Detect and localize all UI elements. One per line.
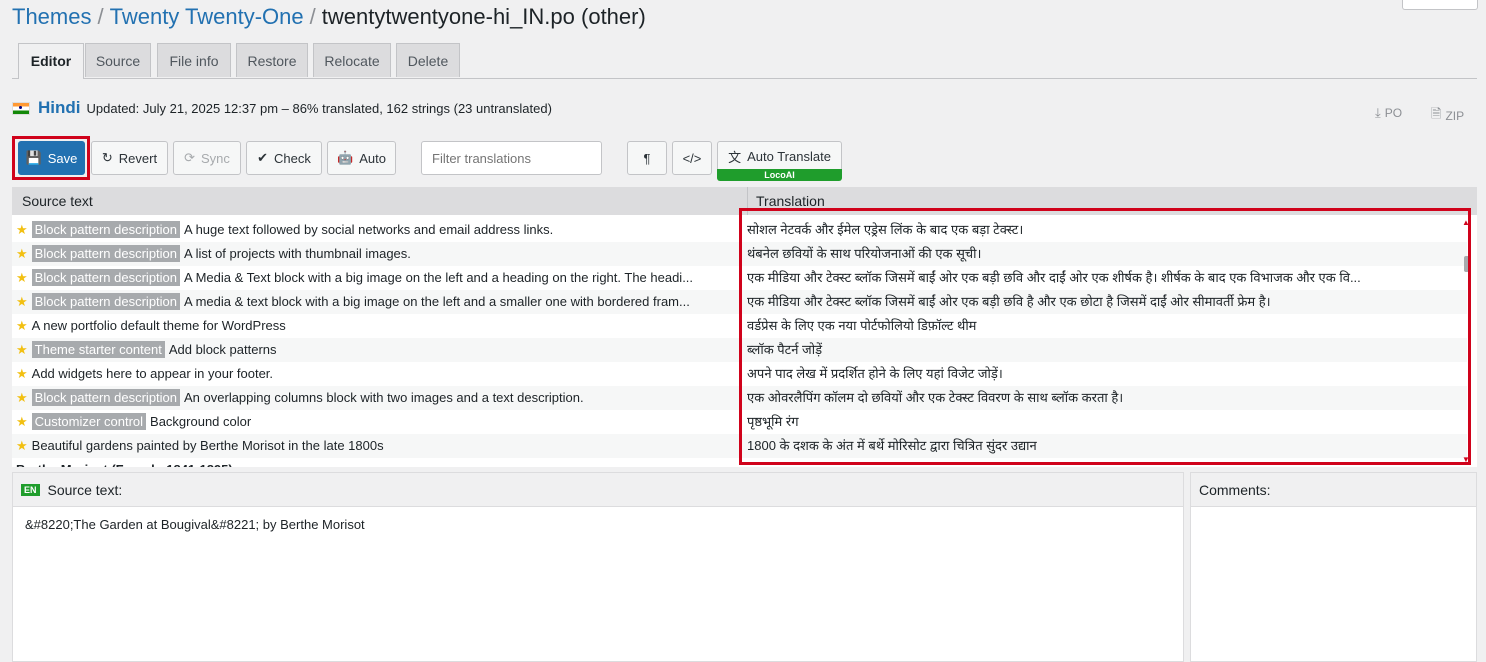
source-pane-title: Source text: — [47, 481, 123, 498]
row-source-cell[interactable]: Berthe Morisot (French, 1841-1895) — [16, 458, 740, 467]
star-icon: ★ — [16, 270, 28, 285]
comments-pane-title: Comments: — [1199, 481, 1271, 498]
translation-highlight-box — [739, 208, 1471, 465]
source-string: A new portfolio default theme for WordPr… — [31, 318, 286, 333]
breadcrumb-themes-link[interactable]: Themes — [12, 4, 91, 29]
comments-pane-header: Comments: — [1191, 473, 1476, 507]
source-string: Background color — [150, 414, 252, 429]
toggle-code-view-button[interactable]: </> — [672, 141, 712, 175]
row-source-cell[interactable]: ★ Beautiful gardens painted by Berthe Mor… — [16, 434, 740, 458]
context-badge: Block pattern description — [31, 269, 181, 286]
breadcrumb-theme-link[interactable]: Twenty Twenty-One — [110, 4, 304, 29]
star-icon: ★ — [16, 342, 28, 357]
breadcrumb: Themes / Twenty Twenty-One / twentytwentyone… — [12, 4, 646, 30]
checkmark-icon: ✔ — [257, 150, 269, 165]
download-zip-label: ZIP — [1445, 109, 1465, 123]
row-source-cell[interactable]: ★ Block pattern description A list of proj… — [16, 242, 740, 266]
download-po-label: PO — [1384, 106, 1403, 120]
row-source-cell[interactable]: ★ Add widgets here to appear in your foot… — [16, 362, 740, 386]
tab-source[interactable]: Source — [85, 43, 151, 77]
star-icon: ★ — [16, 438, 28, 453]
auto-translate-label: Auto Translate — [747, 148, 831, 164]
tab-delete[interactable]: Delete — [396, 43, 460, 77]
context-badge: Block pattern description — [31, 221, 181, 238]
editor-tabs: Editor Source File info Restore Relocate… — [12, 42, 1477, 79]
filter-translations-input[interactable] — [421, 141, 602, 175]
locoai-badge: LocoAI — [717, 169, 842, 181]
pilcrow-icon: ¶ — [643, 150, 651, 166]
tab-editor[interactable]: Editor — [18, 43, 84, 79]
breadcrumb-current-file: twentytwentyone-hi_IN.po (other) — [321, 4, 646, 29]
row-source-cell[interactable]: ★ Customizer control Background color — [16, 410, 740, 434]
check-button[interactable]: ✔ Check — [246, 141, 322, 175]
language-en-badge: EN — [21, 483, 40, 496]
locale-info: Hindi Updated: July 21, 2025 12:37 pm – … — [12, 98, 552, 118]
download-icon: ⤓ — [1375, 105, 1381, 120]
top-right-button[interactable] — [1402, 0, 1478, 10]
row-source-cell[interactable]: ★ A new portfolio default theme for WordP… — [16, 314, 740, 338]
revert-icon: ↻ — [101, 150, 113, 165]
source-string: A media & text block with a big image on… — [184, 294, 690, 309]
toggle-invisibles-button[interactable]: ¶ — [627, 141, 667, 175]
revert-button[interactable]: ↻ Revert — [91, 141, 168, 175]
breadcrumb-separator: / — [97, 4, 104, 29]
auto-translate-button[interactable]: 文 Auto Translate — [717, 141, 842, 171]
row-source-cell[interactable]: ★ Block pattern description A huge text fo… — [16, 218, 740, 242]
source-pane-header: EN Source text: — [13, 473, 1183, 507]
source-string: A Media & Text block with a big image on… — [184, 270, 694, 285]
check-label: Check — [274, 150, 311, 166]
source-string: An overlapping columns block with two im… — [184, 390, 584, 405]
india-flag-icon — [12, 101, 30, 115]
context-badge: Block pattern description — [31, 293, 181, 310]
context-badge: Block pattern description — [31, 245, 181, 262]
column-header-source[interactable]: Source text — [22, 193, 93, 209]
row-source-cell[interactable]: ★ Theme starter content Add block patterns — [16, 338, 740, 362]
row-source-cell[interactable]: ★ Block pattern description An overlapping… — [16, 386, 740, 410]
source-text-pane: EN Source text: &#8220;The Garden at Bou… — [12, 472, 1184, 662]
star-icon: ★ — [16, 294, 28, 309]
comments-pane: Comments: — [1190, 472, 1477, 662]
tab-file-info[interactable]: File info — [157, 43, 231, 77]
breadcrumb-separator: / — [309, 4, 316, 29]
language-link[interactable]: Hindi — [38, 98, 81, 118]
context-badge: Theme starter content — [31, 341, 165, 358]
source-string: A list of projects with thumbnail images… — [184, 246, 411, 261]
row-source-cell[interactable]: ★ Block pattern description A media & text… — [16, 290, 740, 314]
file-zip-icon: 🗎 — [1431, 106, 1442, 121]
row-source-cell[interactable]: ★ Block pattern description A Media & Text… — [16, 266, 740, 290]
translation-status: Updated: July 21, 2025 12:37 pm – 86% tr… — [86, 100, 552, 116]
auto-label: Auto — [359, 150, 386, 166]
star-icon: ★ — [16, 318, 28, 333]
save-highlight-box — [12, 136, 90, 180]
star-icon: ★ — [16, 390, 28, 405]
tab-restore[interactable]: Restore — [236, 43, 308, 77]
translate-icon: 文 — [728, 149, 742, 165]
revert-label: Revert — [118, 150, 158, 166]
source-string: Beautiful gardens painted by Berthe Mori… — [31, 438, 384, 453]
star-icon: ★ — [16, 366, 28, 381]
download-po[interactable]: ⤓ PO — [1375, 105, 1402, 121]
star-icon: ★ — [16, 246, 28, 261]
tab-relocate[interactable]: Relocate — [313, 43, 391, 77]
source-string: Add widgets here to appear in your foote… — [31, 366, 274, 381]
star-icon: ★ — [16, 222, 28, 237]
source-string: A huge text followed by social networks … — [184, 222, 554, 237]
star-icon: ★ — [16, 414, 28, 429]
sync-button[interactable]: ⟳ Sync — [173, 141, 241, 175]
context-badge: Block pattern description — [31, 389, 181, 406]
auto-button[interactable]: 🤖 Auto — [327, 141, 396, 175]
download-zip[interactable]: 🗎 ZIP — [1431, 105, 1464, 127]
code-icon: </> — [682, 150, 702, 166]
sync-label: Sync — [201, 150, 230, 166]
robot-icon: 🤖 — [337, 150, 354, 165]
context-badge: Customizer control — [31, 413, 147, 430]
source-text-content: &#8220;The Garden at Bougival&#8221; by … — [25, 517, 365, 532]
source-string: Berthe Morisot (French, 1841-1895) — [16, 462, 233, 467]
sync-icon: ⟳ — [184, 150, 195, 165]
source-string: Add block patterns — [168, 342, 277, 357]
